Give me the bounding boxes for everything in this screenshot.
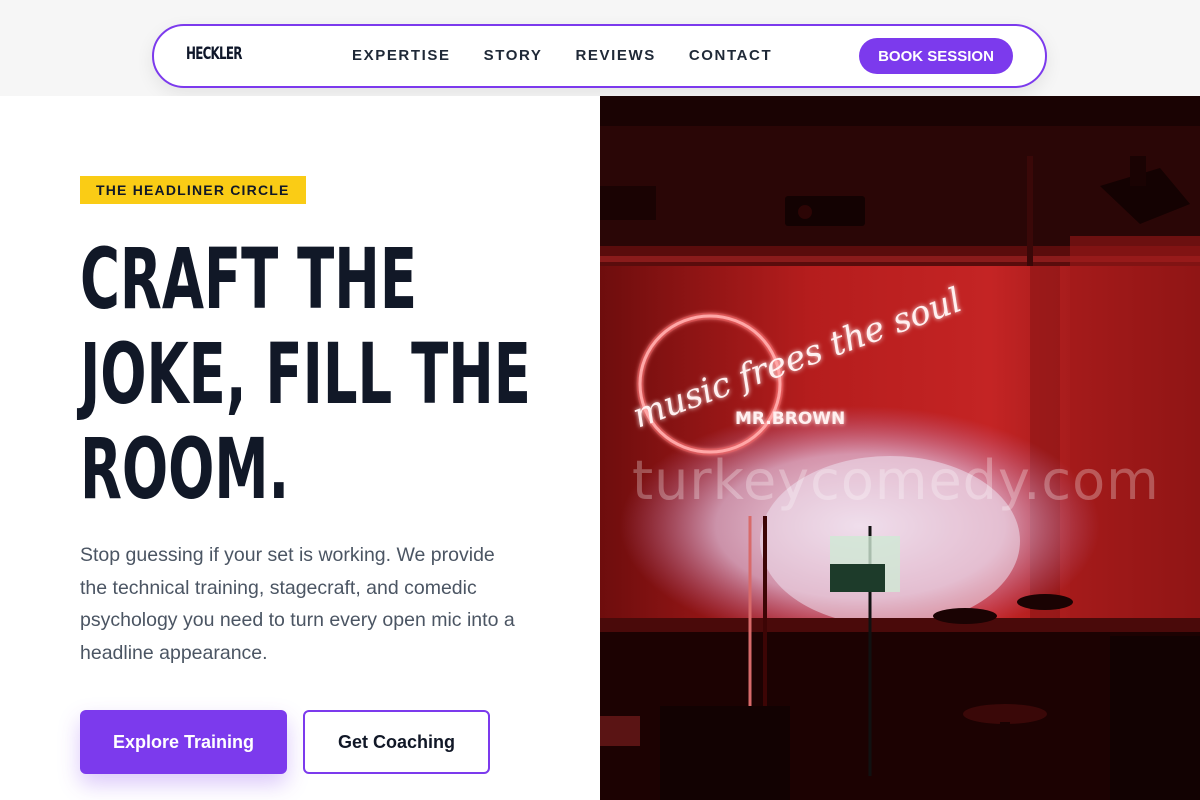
hero-badge: THE HEADLINER CIRCLE: [80, 176, 306, 204]
headline-line-3: ROOM.: [80, 420, 290, 518]
neon-line-2: MR.BROWN: [735, 409, 845, 429]
hero-headline: CRAFT THE JOKE, FILL THE ROOM.: [80, 232, 584, 517]
headline-line-2: JOKE, FILL THE: [80, 325, 531, 423]
nav-link-reviews[interactable]: REVIEWS: [575, 47, 655, 64]
explore-training-button[interactable]: Explore Training: [80, 710, 287, 774]
stage-illustration: music frees the soul MR.BROWN: [600, 96, 1200, 800]
brand-logo[interactable]: HECKLER: [186, 44, 242, 64]
watermark-text: turkeycomedy.com: [632, 449, 1160, 512]
get-coaching-button[interactable]: Get Coaching: [303, 710, 490, 774]
headline-line-1: CRAFT THE: [80, 230, 418, 328]
nav-link-contact[interactable]: CONTACT: [689, 47, 772, 64]
hero-subtext: Stop guessing if your set is working. We…: [80, 544, 515, 664]
nav-link-story[interactable]: STORY: [484, 47, 543, 64]
book-session-button[interactable]: BOOK SESSION: [859, 38, 1013, 74]
nav-link-expertise[interactable]: EXPERTISE: [352, 47, 451, 64]
hero-section: THE HEADLINER CIRCLE CRAFT THE JOKE, FIL…: [0, 96, 600, 800]
hero-stage-image: music frees the soul MR.BROWN turkeycome…: [600, 96, 1200, 800]
top-nav: HECKLER EXPERTISE STORY REVIEWS CONTACT …: [152, 24, 1047, 88]
nav-links: EXPERTISE STORY REVIEWS CONTACT: [352, 47, 805, 64]
